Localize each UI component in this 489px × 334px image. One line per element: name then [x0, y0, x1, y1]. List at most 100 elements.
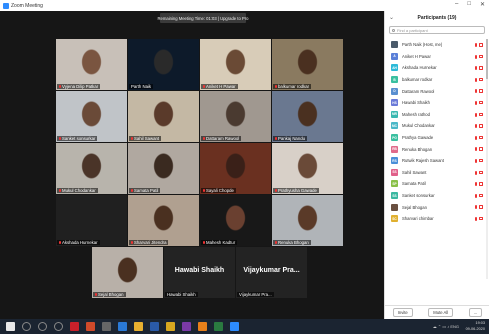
mic-muted-icon — [474, 193, 477, 198]
maximize-icon[interactable]: □ — [467, 1, 471, 8]
zoom-logo-icon — [3, 2, 9, 9]
mic-muted-icon — [474, 54, 477, 59]
video-tile[interactable]: Pankaj Nandu — [272, 91, 343, 142]
video-tile[interactable]: Mahesh Kadtur — [200, 195, 271, 246]
windows-start-icon[interactable] — [6, 322, 15, 331]
participant-video — [272, 91, 343, 142]
video-tile[interactable]: balkumar rodkar — [272, 39, 343, 90]
avatar: SP — [391, 180, 398, 188]
participant-video — [128, 91, 199, 142]
participant-row[interactable]: RB Renuka Bhogan — [385, 143, 485, 155]
participant-row[interactable]: SC Sharvari chimbar — [385, 213, 485, 225]
participant-list-scrollbar[interactable] — [486, 39, 488, 279]
participant-video — [56, 143, 127, 194]
cortana-icon[interactable] — [38, 322, 47, 331]
app-icon[interactable] — [118, 322, 127, 331]
participant-row[interactable]: SS Sanket sonsurkar — [385, 190, 485, 202]
windows-taskbar: ☁ ⌃ ▭ ♪ ENG 19:03 09-06-2020 — [0, 319, 489, 334]
mic-muted-icon — [474, 66, 477, 71]
participant-name-label: Sayali Chopde — [201, 188, 236, 193]
participant-video — [128, 195, 199, 246]
mic-muted-icon — [474, 158, 477, 163]
participant-video — [200, 39, 271, 90]
video-tile[interactable]: Sayali Chopde — [200, 143, 271, 194]
vlc-icon[interactable] — [198, 322, 207, 331]
participant-row[interactable]: Parth Naik (Host, me) — [385, 39, 485, 51]
task-view-icon[interactable] — [54, 322, 63, 331]
participants-footer: Invite Mute All ... — [385, 305, 489, 319]
video-tile[interactable]: Sharvari Jitendra — [128, 195, 199, 246]
mic-muted-icon — [275, 137, 277, 140]
search-icon[interactable] — [22, 322, 31, 331]
mic-muted-icon — [203, 189, 205, 192]
participant-row[interactable]: Sejal Bhogan — [385, 201, 485, 213]
mic-muted-icon — [203, 85, 205, 88]
participant-row[interactable]: PG Prathya Gawade — [385, 132, 485, 144]
zoom-window: Zoom Meeting – □ ✕ Remaining Meeting Tim… — [0, 0, 489, 334]
invite-button[interactable]: Invite — [392, 308, 413, 317]
minimize-icon[interactable]: – — [455, 1, 458, 8]
settings-icon[interactable] — [102, 322, 111, 331]
participant-name-label: Sharvari Jitendra — [129, 240, 169, 245]
video-tile[interactable]: Hawabi Shaikh Hawabi Shaikh — [164, 247, 235, 298]
participant-video — [200, 195, 271, 246]
video-tile[interactable]: Sejal Bhogan — [92, 247, 163, 298]
powerpoint-icon[interactable] — [86, 322, 95, 331]
system-tray[interactable]: ☁ ⌃ ▭ ♪ ENG — [433, 324, 459, 329]
avatar: HS — [391, 99, 398, 107]
participant-name-text: Renuka Bhogan — [278, 240, 309, 245]
video-tile[interactable]: Aniket H Pawar — [200, 39, 271, 90]
video-tile[interactable]: Samata Patil — [128, 143, 199, 194]
chevron-down-icon[interactable]: ⌄ — [389, 14, 394, 21]
participant-row[interactable]: AH Akshada Hurnekar — [385, 62, 485, 74]
more-button[interactable]: ... — [468, 308, 483, 317]
mic-muted-icon — [131, 241, 133, 244]
video-tile[interactable]: Akshada Hurnekar — [56, 195, 127, 246]
video-off-icon — [479, 182, 483, 186]
participant-row[interactable]: D Dattaram Rawool — [385, 85, 485, 97]
participant-list-name: Prathya Gawade — [402, 135, 434, 141]
video-tile[interactable]: Renuka Bhogan — [272, 195, 343, 246]
avatar: AH — [391, 64, 398, 72]
mute-all-button[interactable]: Mute All — [428, 308, 454, 317]
participant-row[interactable]: SS Sahil Sawant — [385, 167, 485, 179]
video-tile[interactable]: Vijaykumar Pra... Vijaykumar Pra... — [236, 247, 307, 298]
mic-muted-icon — [59, 137, 61, 140]
video-tile[interactable]: Dattaram Rawool — [200, 91, 271, 142]
participant-name-text: balkumar rodkar — [278, 84, 310, 89]
video-tile[interactable]: Sanket sonsurkar — [56, 91, 127, 142]
participant-row[interactable]: SP Samata Patil — [385, 178, 485, 190]
chrome-icon[interactable] — [166, 322, 175, 331]
file-explorer-icon[interactable] — [134, 322, 143, 331]
zoom-taskbar-icon[interactable] — [230, 322, 239, 331]
participant-row[interactable]: HS Hawabi Shaikh — [385, 97, 485, 109]
close-icon[interactable]: ✕ — [480, 1, 485, 8]
participant-row[interactable]: MC Mukul Chodankar — [385, 120, 485, 132]
participant-row[interactable]: A Aniket H Pawar — [385, 51, 485, 63]
meeting-time-banner[interactable]: Remaining Meeting Time: 01:03 | Upgrade … — [158, 13, 248, 23]
participant-name-text: Sayali Chopde — [206, 188, 234, 193]
participant-row[interactable]: MR Mahesh rathod — [385, 109, 485, 121]
participant-list-name: Akshada Hurnekar — [402, 65, 437, 71]
video-tile[interactable]: Sahil Sawant — [128, 91, 199, 142]
mic-muted-icon — [474, 100, 477, 105]
participant-name-label: Samata Patil — [129, 188, 161, 193]
mic-muted-icon — [59, 189, 61, 192]
video-tile[interactable]: Prathyusha Gawade — [272, 143, 343, 194]
excel-icon[interactable] — [214, 322, 223, 331]
onenote-icon[interactable] — [182, 322, 191, 331]
video-tile[interactable]: Vyjena Dilip Patkar — [56, 39, 127, 90]
participant-row[interactable]: Bbalkumar rodkar — [385, 74, 485, 86]
clock[interactable]: 19:03 09-06-2020 — [466, 320, 485, 332]
participant-name-label: Mukul Chodankar — [57, 188, 98, 193]
participant-row[interactable]: RS Rutwik Rajesh Sawant — [385, 155, 485, 167]
participant-name-text: Vyjena Dilip Patkar — [62, 84, 99, 89]
avatar: MR — [391, 110, 398, 118]
participant-name-label: Aniket H Pawar — [201, 84, 238, 89]
acrobat-icon[interactable] — [70, 322, 79, 331]
video-tile[interactable]: Parth Naik — [128, 39, 199, 90]
video-tile[interactable]: Mukul Chodankar — [56, 143, 127, 194]
scrollbar-thumb[interactable] — [486, 39, 488, 79]
participant-search-input[interactable]: Find a participant — [389, 26, 485, 34]
word-icon[interactable] — [150, 322, 159, 331]
